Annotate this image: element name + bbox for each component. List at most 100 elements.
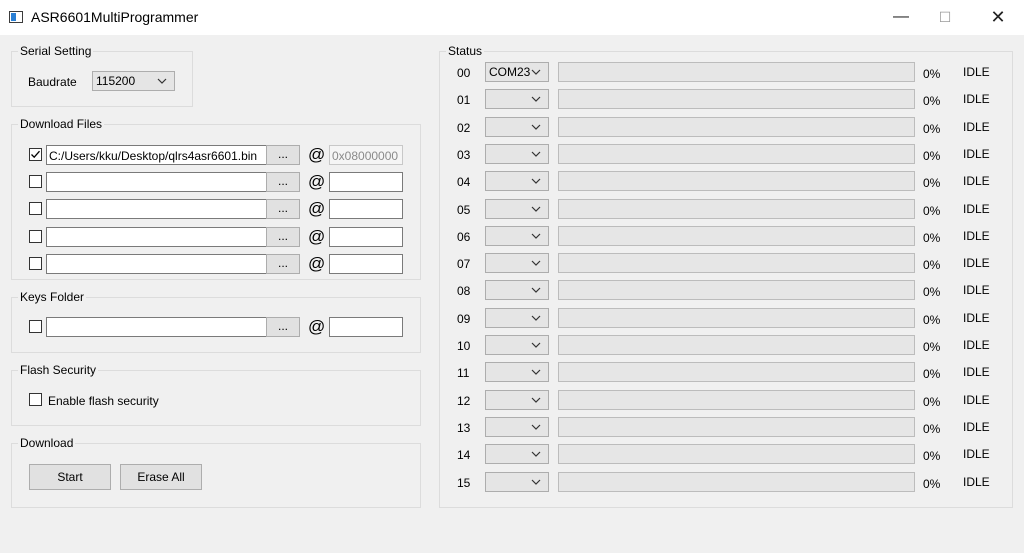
file-row-checkbox[interactable] [29, 148, 42, 161]
file-row-checkbox[interactable] [29, 256, 42, 270]
progress-bar [558, 171, 915, 192]
chevron-down-icon [531, 424, 541, 430]
status-row-index: 06 [457, 229, 471, 244]
file-address-input[interactable]: 0x08000000 [329, 145, 403, 165]
erase-all-button[interactable]: Erase All [120, 464, 202, 490]
start-button[interactable]: Start [29, 464, 111, 490]
file-address-input[interactable] [329, 199, 403, 220]
com-port-select[interactable] [485, 253, 549, 274]
progress-percent: 0% [923, 476, 941, 491]
progress-bar [558, 389, 915, 410]
file-at-sign: @ [308, 199, 326, 219]
file-path-input[interactable] [46, 172, 267, 193]
file-row-checkbox[interactable] [29, 175, 42, 189]
com-port-select[interactable]: COM23 [485, 62, 549, 82]
status-state: IDLE [963, 310, 990, 325]
progress-bar [558, 444, 915, 465]
file-row-checkbox[interactable] [29, 229, 42, 243]
status-group: Status 00 COM23 0% IDLE 01 0% IDLE 02 0% IDLE 03 0%… [439, 44, 1013, 508]
com-port-select[interactable] [485, 444, 549, 465]
file-address-input[interactable] [329, 172, 403, 193]
status-row: 04 0% IDLE [440, 169, 1010, 196]
file-address-input[interactable] [329, 226, 403, 247]
keys-folder-checkbox[interactable] [29, 320, 42, 333]
chevron-down-icon [531, 451, 541, 458]
window-title: ASR6601MultiProgrammer [31, 9, 199, 25]
baudrate-select[interactable]: 115200 [92, 71, 175, 91]
file-row-checkbox[interactable] [29, 202, 42, 216]
file-path-input[interactable] [46, 226, 267, 247]
download-files-group: Download Files C:/Users/kku/Desktop/qlrs… [11, 117, 421, 280]
com-port-select[interactable] [485, 307, 549, 328]
status-row: 05 0% IDLE [440, 197, 1010, 224]
status-state: IDLE [963, 419, 990, 434]
file-browse-button[interactable]: ... [266, 172, 300, 193]
status-row: 14 0% IDLE [440, 442, 1010, 469]
chevron-down-icon [531, 369, 541, 376]
com-port-select[interactable] [485, 362, 549, 383]
status-row: 10 0% IDLE [440, 333, 1010, 360]
flash-security-label: Flash Security [18, 363, 99, 377]
com-port-select[interactable] [485, 171, 549, 192]
file-path-input[interactable]: C:/Users/kku/Desktop/qlrs4asr6601.bin [46, 145, 267, 165]
chevron-down-icon [531, 315, 541, 321]
enable-flash-security-label[interactable]: Enable flash security [48, 394, 159, 408]
com-port-select[interactable] [485, 198, 549, 219]
file-path-input[interactable] [46, 199, 267, 220]
com-port-select[interactable] [485, 389, 549, 410]
com-port-select[interactable] [485, 471, 549, 492]
chevron-down-icon [157, 78, 167, 84]
file-address-value: 0x08000000 [332, 149, 399, 163]
status-state: IDLE [963, 256, 990, 271]
progress-bar [558, 416, 915, 437]
status-row: 08 0% IDLE [440, 278, 1010, 305]
com-port-select[interactable] [485, 280, 549, 301]
progress-bar [558, 89, 915, 110]
minimize-button[interactable]: — [878, 0, 924, 35]
com-port-select[interactable] [485, 416, 549, 437]
file-path-input[interactable] [46, 253, 267, 274]
maximize-button[interactable]: ☐ [922, 0, 968, 35]
close-button[interactable]: ✕ [975, 0, 1021, 35]
status-label: Status [446, 44, 485, 58]
progress-percent: 0% [923, 367, 941, 382]
com-port-select[interactable] [485, 225, 549, 246]
file-browse-button[interactable]: ... [266, 199, 300, 220]
keys-folder-path-input[interactable] [46, 317, 267, 337]
com-port-select[interactable] [485, 143, 549, 164]
file-address-input[interactable] [329, 253, 403, 274]
enable-flash-security-checkbox[interactable] [29, 393, 42, 406]
progress-bar [558, 335, 915, 355]
status-state: IDLE [963, 365, 990, 380]
progress-percent: 0% [923, 148, 941, 163]
chevron-down-icon [531, 96, 541, 103]
progress-bar [558, 362, 915, 383]
status-row-index: 02 [457, 120, 471, 135]
keys-folder-address-input[interactable] [329, 317, 403, 337]
keys-folder-browse-button[interactable]: ... [266, 317, 300, 337]
status-row: 13 0% IDLE [440, 415, 1010, 442]
progress-percent: 0% [923, 421, 941, 436]
file-browse-button[interactable]: ... [266, 145, 300, 165]
baudrate-value: 115200 [96, 74, 136, 88]
com-port-select[interactable] [485, 116, 549, 137]
status-row: 03 0% IDLE [440, 142, 1010, 169]
chevron-down-icon [531, 479, 541, 485]
file-browse-button[interactable]: ... [266, 253, 300, 274]
chevron-down-icon [531, 178, 541, 185]
status-state: IDLE [963, 201, 990, 216]
progress-percent: 0% [923, 67, 941, 81]
status-row-index: 07 [457, 257, 471, 272]
file-browse-button[interactable]: ... [266, 226, 300, 247]
progress-bar [558, 471, 915, 492]
download-group: Download Start Erase All [11, 436, 421, 508]
status-state: IDLE [963, 92, 990, 107]
status-row-index: 04 [457, 175, 471, 190]
download-files-label: Download Files [18, 117, 105, 131]
com-port-select[interactable] [485, 335, 549, 355]
progress-bar [558, 225, 915, 246]
com-port-select[interactable] [485, 89, 549, 110]
keys-folder-group: Keys Folder ... @ [11, 290, 421, 353]
baudrate-label: Baudrate [28, 75, 77, 89]
chevron-down-icon [531, 124, 541, 130]
